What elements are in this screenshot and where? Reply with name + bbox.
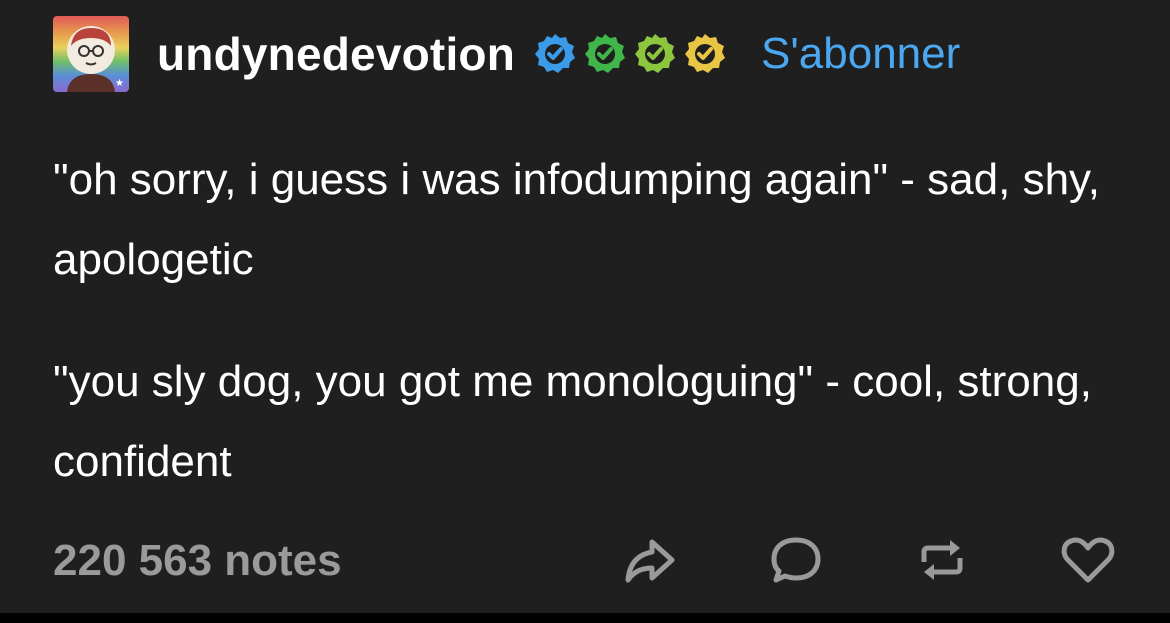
user-avatar[interactable]: ★ (53, 16, 129, 92)
comment-button[interactable] (766, 530, 826, 590)
verified-check-icon (635, 34, 676, 73)
verified-check-icon (685, 34, 726, 73)
post-body: "oh sorry, i guess i was infodumping aga… (53, 140, 1133, 544)
reblog-icon (921, 540, 963, 580)
verification-badges (533, 32, 727, 76)
reblog-button[interactable] (912, 530, 972, 590)
verified-check-icon (535, 34, 576, 73)
post-header: ★ undynedevotion S'abonner (53, 16, 960, 92)
share-icon (625, 539, 675, 583)
svg-text:★: ★ (115, 78, 124, 89)
post-paragraph: "oh sorry, i guess i was infodumping aga… (53, 155, 1100, 284)
comment-icon (771, 537, 821, 583)
follow-button[interactable]: S'abonner (761, 29, 960, 79)
tumblr-post: ★ undynedevotion S'abonner "oh sorry, i … (0, 0, 1170, 613)
post-actions (620, 528, 1118, 592)
notes-count[interactable]: 220 563 notes (53, 536, 342, 586)
post-paragraph: "you sly dog, you got me monologuing" - … (53, 357, 1092, 486)
like-heart-icon (1061, 537, 1115, 583)
share-button[interactable] (620, 530, 680, 590)
post-footer: 220 563 notes (53, 528, 1118, 592)
username[interactable]: undynedevotion (157, 27, 515, 81)
verified-check-icon (585, 34, 626, 73)
avatar-portrait: ★ (67, 26, 124, 92)
bottom-edge (0, 613, 1170, 623)
like-button[interactable] (1058, 530, 1118, 590)
